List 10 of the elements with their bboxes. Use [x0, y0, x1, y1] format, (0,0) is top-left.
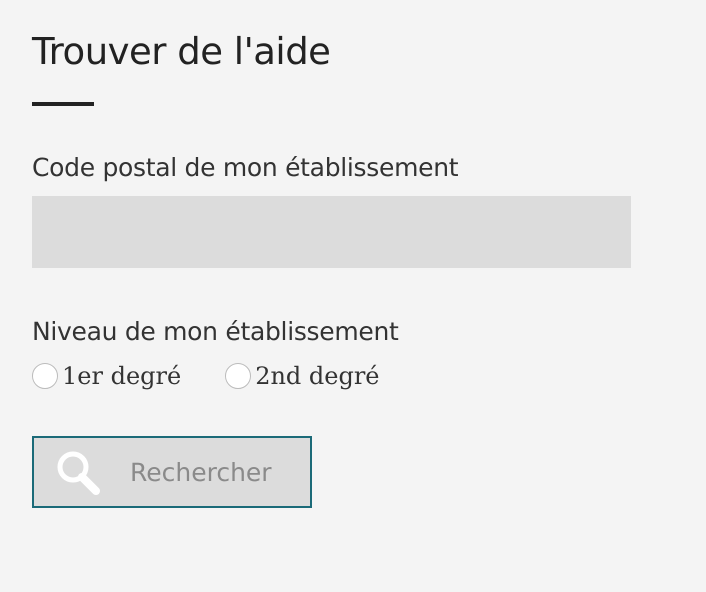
radio-button[interactable] [32, 363, 58, 389]
radio-label: 2nd degré [255, 362, 380, 390]
radio-label: 1er degré [62, 362, 182, 390]
radio-button[interactable] [225, 363, 252, 389]
heading: Trouver de l'aide [32, 29, 330, 75]
heading-underline [32, 102, 94, 106]
field-label: Code postal de mon établissement [32, 152, 458, 184]
group-label: Niveau de mon établissement [32, 316, 399, 348]
postal-code-field[interactable] [32, 196, 631, 268]
search-button[interactable]: Rechercher [32, 436, 312, 508]
